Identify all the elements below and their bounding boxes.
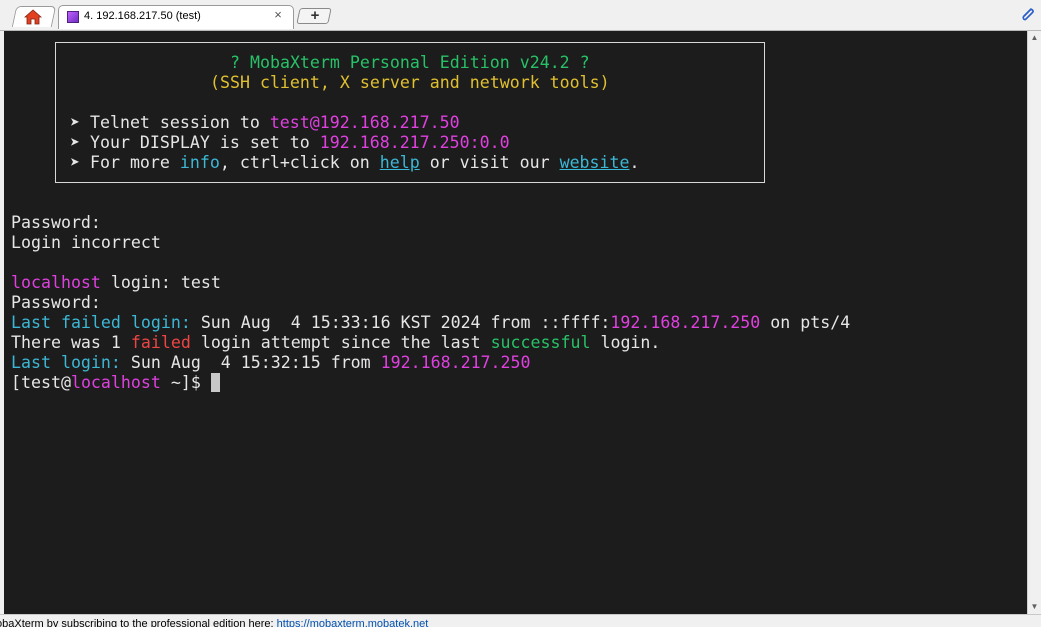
password-prompt: Password:	[11, 293, 101, 312]
banner-text: or visit our	[419, 153, 560, 172]
attempt-text: login attempt since the last	[190, 333, 491, 352]
banner-line-telnet: ➤ Telnet session to test@192.168.217.50	[70, 113, 460, 133]
banner-text: ➤ For more	[70, 153, 180, 172]
ip-address: 192.168.217.250	[380, 353, 531, 372]
last-login-line: Last login: Sun Aug 4 15:32:15 from 192.…	[11, 353, 531, 373]
successful-word: successful	[490, 333, 591, 352]
shell-prompt: [test@localhost ~]$	[11, 373, 211, 393]
paperclip-icon[interactable]	[1019, 6, 1037, 24]
banner-text: ➤ Telnet session to	[70, 113, 270, 132]
session-host: test@192.168.217.50	[269, 113, 460, 132]
hostname: localhost	[11, 273, 101, 292]
session-icon	[67, 11, 79, 23]
banner-line-info: ➤ For more info, ctrl+click on help or v…	[70, 153, 640, 173]
display-value: 192.168.217.250:0.0	[319, 133, 510, 152]
hostname: localhost	[70, 373, 161, 392]
attempt-text: login.	[590, 333, 661, 352]
banner-text: , ctrl+click on	[219, 153, 380, 172]
login-text: login: test	[100, 273, 221, 292]
tab-bar: 4. 192.168.217.50 (test) × +	[0, 0, 1041, 31]
password-prompt: Password:	[11, 213, 101, 232]
terminal[interactable]: ? MobaXterm Personal Edition v24.2 ? (SS…	[4, 31, 1027, 614]
banner-text: .	[629, 153, 640, 172]
failed-attempt-line: There was 1 failed login attempt since t…	[11, 333, 660, 353]
close-icon[interactable]: ×	[272, 8, 284, 22]
vertical-scrollbar[interactable]: ▲ ▼	[1027, 31, 1041, 614]
banner-box: ? MobaXterm Personal Edition v24.2 ? (SS…	[55, 42, 765, 183]
plus-icon[interactable]: +	[308, 8, 322, 24]
banner-text: ➤ Your DISPLAY is set to	[70, 133, 320, 152]
help-link[interactable]: help	[380, 153, 420, 172]
banner-subtitle: (SSH client, X server and network tools)	[210, 73, 610, 92]
prompt-text: [test@	[11, 373, 71, 392]
last-failed-login-line: Last failed login: Sun Aug 4 15:33:16 KS…	[11, 313, 850, 333]
last-failed-tty: on pts/4	[760, 313, 851, 332]
attempt-text: There was 1	[11, 333, 131, 352]
banner-title: ? MobaXterm Personal Edition v24.2 ?	[230, 53, 590, 72]
scroll-down-icon[interactable]: ▼	[1028, 600, 1041, 614]
last-login-text: Sun Aug 4 15:32:15 from	[120, 353, 381, 372]
info-link[interactable]: info	[180, 153, 220, 172]
last-failed-text: Sun Aug 4 15:33:16 KST 2024 from ::ffff:	[190, 313, 611, 332]
banner-line-display: ➤ Your DISPLAY is set to 192.168.217.250…	[70, 133, 510, 153]
home-icon[interactable]	[24, 9, 42, 25]
failed-word: failed	[130, 333, 191, 352]
text-cursor	[211, 373, 220, 392]
ip-address: 192.168.217.250	[610, 313, 761, 332]
login-prompt: localhost login: test	[11, 273, 221, 293]
scroll-up-icon[interactable]: ▲	[1028, 31, 1041, 45]
last-login-label: Last login:	[11, 353, 121, 372]
prompt-text: ~]$	[160, 373, 211, 392]
last-failed-label: Last failed login:	[11, 313, 191, 332]
website-link[interactable]: website	[560, 153, 630, 172]
tab-session-label: 4. 192.168.217.50 (test)	[84, 10, 201, 22]
status-bar: obaXterm by subscribing to the professio…	[0, 614, 1041, 627]
login-incorrect-text: Login incorrect	[11, 233, 161, 252]
